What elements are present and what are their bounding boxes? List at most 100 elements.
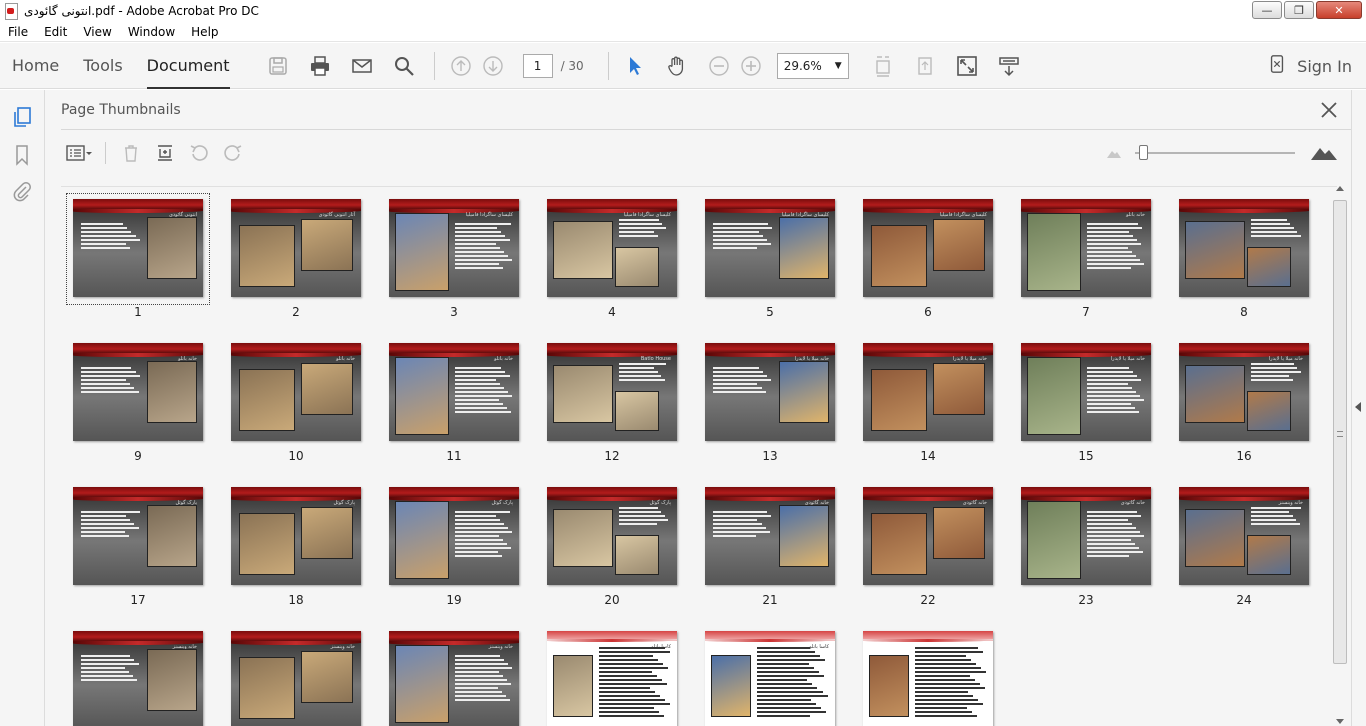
menu-file[interactable]: File <box>0 25 36 39</box>
fit-page-icon[interactable] <box>867 50 899 82</box>
slide-preview[interactable]: کلیسای ساگرادا فامیلیا <box>863 199 993 297</box>
page-thumbnail[interactable]: خانه میلا یا لاپدرا 13 <box>705 343 835 463</box>
attachment-icon[interactable] <box>11 180 33 202</box>
slider-handle[interactable] <box>1139 145 1148 160</box>
page-thumbnail[interactable]: کلیسای ساگرادا فامیلیا 5 <box>705 199 835 319</box>
slide-preview[interactable]: خانه باتلو <box>231 343 361 441</box>
page-thumbnail[interactable]: پارک گوئل 19 <box>389 487 519 607</box>
slide-preview[interactable] <box>863 631 993 726</box>
slide-preview[interactable]: خانه باتلو <box>389 343 519 441</box>
tab-home[interactable]: Home <box>0 43 71 89</box>
page-thumbnail[interactable]: خانه باتلو 11 <box>389 343 519 463</box>
zoom-level-select[interactable]: 29.6% ▼ <box>776 52 849 79</box>
zoom-in-icon[interactable] <box>735 50 767 82</box>
menu-view[interactable]: View <box>75 25 119 39</box>
rotate-counterclockwise-icon[interactable] <box>184 139 214 167</box>
slide-preview[interactable]: خانه وینسنز <box>231 631 361 726</box>
page-thumbnail[interactable]: پارک گوئل 18 <box>231 487 361 607</box>
slide-preview[interactable]: خانه گائودی <box>1021 487 1151 585</box>
slide-preview[interactable]: خانه میلا یا لاپدرا <box>1179 343 1309 441</box>
page-thumbnail[interactable]: خانه باتلو 10 <box>231 343 361 463</box>
slide-preview[interactable]: Batlo House <box>547 343 677 441</box>
insert-pages-icon[interactable] <box>150 139 180 167</box>
print-icon[interactable] <box>304 50 336 82</box>
tab-tools[interactable]: Tools <box>71 43 134 89</box>
page-thumbnail[interactable]: 30 <box>863 631 993 726</box>
page-thumbnail[interactable]: خانه میلا یا لاپدرا 14 <box>863 343 993 463</box>
page-thumbnail[interactable]: خانه گائودی 22 <box>863 487 993 607</box>
slide-preview[interactable]: خانه باتلو <box>73 343 203 441</box>
slide-preview[interactable]: خانه میلا یا لاپدرا <box>705 343 835 441</box>
delete-pages-icon[interactable] <box>116 139 146 167</box>
page-thumbnail[interactable]: خانه میلا یا لاپدرا 16 <box>1179 343 1309 463</box>
slide-preview[interactable]: خانه وینسنز <box>389 631 519 726</box>
menu-window[interactable]: Window <box>120 25 183 39</box>
page-thumbnail[interactable]: خانه وینسنز25 <box>73 631 203 726</box>
mobile-link-icon[interactable] <box>1267 54 1287 78</box>
save-icon[interactable] <box>262 50 294 82</box>
slide-preview[interactable]: خانه گائودی <box>863 487 993 585</box>
page-number-input[interactable]: 1 <box>522 53 553 78</box>
select-cursor-icon[interactable] <box>619 50 651 82</box>
thumbnail-size-slider[interactable] <box>1097 142 1337 166</box>
slide-preview[interactable]: کلیسای ساگرادا فامیلیا <box>547 199 677 297</box>
close-panel-icon[interactable] <box>1319 100 1339 120</box>
slide-preview[interactable]: خانه میلا یا لاپدرا <box>1021 343 1151 441</box>
page-thumbnail[interactable]: خانه وینسنز 24 <box>1179 487 1309 607</box>
page-thumbnail[interactable]: آثار انتونی گائودی 2 <box>231 199 361 319</box>
slide-preview[interactable]: آثار انتونی گائودی <box>231 199 361 297</box>
scroll-up-arrow[interactable] <box>1336 186 1344 191</box>
page-thumbnail[interactable]: کلیسای ساگرادا فامیلیا 4 <box>547 199 677 319</box>
page-thumbnail[interactable]: کلیسای ساگرادا فامیلیا 6 <box>863 199 993 319</box>
scrolling-mode-icon[interactable] <box>909 50 941 82</box>
slide-preview[interactable]: خانه وینسنز <box>1179 487 1309 585</box>
slide-preview[interactable]: کاسا باتلو <box>547 631 677 726</box>
page-thumbnail[interactable]: خانه باتلو 9 <box>73 343 203 463</box>
slide-preview[interactable] <box>1179 199 1309 297</box>
page-thumbnail[interactable]: کلیسای ساگرادا فامیلیا 3 <box>389 199 519 319</box>
page-thumbnails-icon[interactable] <box>11 106 33 128</box>
restore-button[interactable]: ❐ <box>1284 1 1314 19</box>
slide-preview[interactable]: خانه گائودی <box>705 487 835 585</box>
expand-right-pane-icon[interactable] <box>1355 402 1361 412</box>
close-window-button[interactable]: ✕ <box>1316 1 1362 19</box>
menu-help[interactable]: Help <box>183 25 226 39</box>
bookmark-icon[interactable] <box>11 144 33 166</box>
slide-preview[interactable]: انتونی گائودی <box>73 199 203 297</box>
zoom-out-icon[interactable] <box>703 50 735 82</box>
full-screen-icon[interactable] <box>951 50 983 82</box>
next-page-icon[interactable] <box>477 50 509 82</box>
slide-preview[interactable]: پارک گوئل <box>547 487 677 585</box>
email-icon[interactable] <box>346 50 378 82</box>
page-thumbnail[interactable]: خانه باتلو 7 <box>1021 199 1151 319</box>
slide-preview[interactable]: پارک گوئل <box>389 487 519 585</box>
tab-document[interactable]: Document <box>135 43 242 89</box>
slide-preview[interactable]: خانه میلا یا لاپدرا <box>863 343 993 441</box>
slide-preview[interactable]: کاسا باتلو <box>705 631 835 726</box>
page-thumbnail[interactable]: خانه وینسنز27 <box>389 631 519 726</box>
page-thumbnail[interactable]: خانه گائودی 21 <box>705 487 835 607</box>
page-thumbnail[interactable]: خانه میلا یا لاپدرا 15 <box>1021 343 1151 463</box>
page-thumbnail[interactable]: انتونی گائودی 1 <box>66 193 210 319</box>
search-icon[interactable] <box>388 50 420 82</box>
read-mode-icon[interactable] <box>993 50 1025 82</box>
hand-tool-icon[interactable] <box>661 50 693 82</box>
page-thumbnail[interactable]: Batlo House 12 <box>547 343 677 463</box>
slide-preview[interactable]: پارک گوئل <box>73 487 203 585</box>
page-thumbnail[interactable]: خانه گائودی 23 <box>1021 487 1151 607</box>
minimize-button[interactable]: — <box>1252 1 1282 19</box>
page-thumbnail[interactable]: 8 <box>1179 199 1309 319</box>
scroll-down-arrow[interactable] <box>1336 719 1344 724</box>
acrobat-app-icon[interactable] <box>4 3 18 20</box>
thumbnail-scrollbar[interactable] <box>1333 186 1347 726</box>
page-thumbnail[interactable]: خانه وینسنز26 <box>231 631 361 726</box>
page-thumbnail[interactable]: پارک گوئل 17 <box>73 487 203 607</box>
page-thumbnail[interactable]: پارک گوئل 20 <box>547 487 677 607</box>
slide-preview[interactable]: خانه باتلو <box>1021 199 1151 297</box>
page-thumbnail[interactable]: کاسا باتلو28 <box>547 631 677 726</box>
slide-preview[interactable]: خانه وینسنز <box>73 631 203 726</box>
menu-edit[interactable]: Edit <box>36 25 75 39</box>
slide-preview[interactable]: پارک گوئل <box>231 487 361 585</box>
sign-in-button[interactable]: Sign In <box>1297 57 1352 76</box>
page-thumbnail[interactable]: کاسا باتلو29 <box>705 631 835 726</box>
